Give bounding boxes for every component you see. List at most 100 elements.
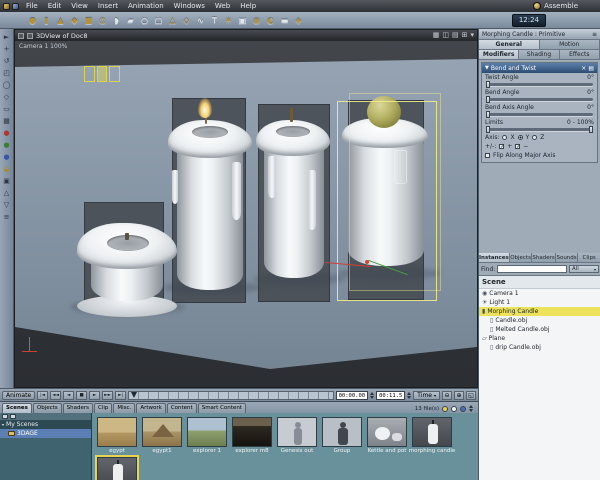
scene-item-morphing-candle[interactable]: ▮ Morphing Candle xyxy=(479,307,600,316)
quad-view-icon[interactable]: ▤ xyxy=(452,30,459,41)
current-time-spinner[interactable] xyxy=(370,391,375,399)
tab-objects[interactable]: Objects xyxy=(509,253,533,262)
scene-item-drip-candle-obj[interactable]: ▯ drip Candle.obj xyxy=(479,343,600,352)
scene-item-melted-candle-obj[interactable]: ▯ Melted Candle.obj xyxy=(479,325,600,334)
particle-emitter-icon[interactable]: ◐ xyxy=(264,14,277,27)
box-primitive-icon[interactable]: ▢ xyxy=(152,14,165,27)
tab-shaders-browser[interactable]: Shaders xyxy=(62,403,94,413)
folder-options-icon[interactable] xyxy=(10,414,16,419)
light-object-icon[interactable]: ☀ xyxy=(222,14,235,27)
split-view-icon[interactable]: ◫ xyxy=(442,30,449,41)
find-input[interactable] xyxy=(497,265,567,273)
twist-angle-value[interactable]: 0° xyxy=(587,74,594,81)
thumbnail-genesis-out[interactable]: Genesis out xyxy=(276,417,318,454)
modifier-header[interactable]: ▼ Bend and Twist × ▤ xyxy=(482,63,597,73)
add-folder-icon[interactable] xyxy=(2,414,8,419)
3d-scene-canvas[interactable]: Camera 1 100% xyxy=(15,41,477,387)
scene-item-plane[interactable]: ▱ Plane xyxy=(479,334,600,343)
view-mode-blue-icon[interactable] xyxy=(460,405,466,412)
torus-primitive-icon[interactable]: ◎ xyxy=(96,14,109,27)
room-selector[interactable]: Assemble xyxy=(533,2,578,10)
scene-item-camera[interactable]: ◉ Camera 1 xyxy=(479,289,600,298)
tab-objects-browser[interactable]: Objects xyxy=(32,403,62,413)
tab-shaders[interactable]: Shaders xyxy=(532,253,556,262)
cylinder-primitive-icon[interactable]: ▮ xyxy=(40,14,53,27)
menu-edit[interactable]: Edit xyxy=(43,0,67,12)
menu-file[interactable]: File xyxy=(21,0,43,12)
view-mode-white-icon[interactable] xyxy=(451,405,457,412)
axis-x-radio[interactable] xyxy=(502,135,508,140)
tab-modifiers[interactable]: Modifiers xyxy=(479,50,520,59)
menu-animation[interactable]: Animation xyxy=(123,0,169,12)
jump-start-button[interactable]: |◄ xyxy=(37,390,49,400)
panel-menu-icon[interactable]: ≡ xyxy=(592,31,597,38)
thumbnail-morphing-candle[interactable]: morphing candle xyxy=(409,417,455,454)
animate-button[interactable]: Animate xyxy=(2,390,36,400)
modifier-object-icon[interactable]: ◈ xyxy=(292,14,305,27)
tab-misc[interactable]: Misc. xyxy=(113,403,136,413)
vertex-object-icon[interactable]: ◆ xyxy=(68,14,81,27)
camera-view-label[interactable]: Camera 1 100% xyxy=(19,43,67,50)
current-time-field[interactable]: 00:00.00 xyxy=(335,390,369,400)
tab-effects[interactable]: Effects xyxy=(559,50,600,59)
view-menu-icon[interactable]: ▾ xyxy=(470,30,474,41)
thumbnail-explorer-m8[interactable]: explorer m8 xyxy=(231,417,273,454)
sphere-primitive-icon[interactable]: ● xyxy=(26,14,39,27)
candle-model[interactable] xyxy=(168,98,252,292)
menu-web[interactable]: Web xyxy=(210,0,235,12)
layout-grid-icon[interactable]: ⊞ xyxy=(462,30,468,41)
twist-angle-slider-thumb[interactable] xyxy=(486,81,490,88)
playhead-marker[interactable] xyxy=(131,391,138,398)
single-view-icon[interactable]: ▦ xyxy=(433,30,440,41)
zoom-in-icon[interactable]: ⊕ xyxy=(454,390,464,400)
bend-angle-slider[interactable] xyxy=(486,96,593,103)
fit-timeline-icon[interactable]: ◱ xyxy=(466,390,476,400)
tree-expand-icon[interactable]: ▾ xyxy=(2,422,4,427)
pyramid-primitive-icon[interactable]: △ xyxy=(166,14,179,27)
paint-tool-icon[interactable]: ▦ xyxy=(1,116,12,127)
view-mode-yellow-icon[interactable] xyxy=(442,405,448,412)
tab-scenes[interactable]: Scenes xyxy=(2,403,32,413)
tab-clip[interactable]: Clip xyxy=(94,403,113,413)
modifier-options-icon[interactable]: ▤ xyxy=(588,65,594,72)
scene-item-light[interactable]: ☀ Light 1 xyxy=(479,298,600,307)
wireframe-display-icon[interactable]: ▽ xyxy=(1,200,12,211)
tab-clips[interactable]: Clips xyxy=(578,253,600,262)
thumbnail-kettle-and-pot[interactable]: Kettle and pot xyxy=(366,417,408,454)
tab-shading[interactable]: Shading xyxy=(519,50,560,59)
jump-end-button[interactable]: ►| xyxy=(115,390,127,400)
step-back-button[interactable]: ◄ xyxy=(63,390,75,400)
text-object-icon[interactable]: T xyxy=(208,14,221,27)
axis-y-radio[interactable] xyxy=(517,135,523,140)
minus-checkbox[interactable] xyxy=(515,144,521,149)
zoom-tool-icon[interactable]: ◯ xyxy=(1,80,12,91)
modifier-close-icon[interactable]: × xyxy=(581,65,586,72)
infinite-plane-icon[interactable]: ▬ xyxy=(278,14,291,27)
reference-sphere-red-icon[interactable]: ● xyxy=(1,128,12,139)
tab-sounds[interactable]: Sounds xyxy=(555,253,579,262)
tool-options-icon[interactable]: ≡ xyxy=(1,212,12,223)
eyedropper-tool-icon[interactable]: ▭ xyxy=(1,104,12,115)
bend-angle-slider-thumb[interactable] xyxy=(486,96,490,103)
axis-z-radio[interactable] xyxy=(532,135,538,140)
plus-checkbox[interactable] xyxy=(499,144,505,149)
tree-item-3dage[interactable]: 3DAGE xyxy=(0,429,91,438)
zoom-out-icon[interactable]: ⊖ xyxy=(442,390,452,400)
drip-candle-model[interactable] xyxy=(256,108,332,284)
rotate-tool-icon[interactable]: ↺ xyxy=(1,56,12,67)
bend-angle-value[interactable]: 0° xyxy=(587,89,594,96)
melted-candle-model[interactable] xyxy=(77,209,177,321)
pan-tool-icon[interactable]: ◇ xyxy=(1,92,12,103)
thumbnail-group[interactable]: Group xyxy=(321,417,363,454)
twist-angle-slider[interactable] xyxy=(486,81,593,88)
limits-min-thumb[interactable] xyxy=(486,126,490,133)
limits-range-slider[interactable] xyxy=(486,126,593,133)
metaball-primitive-icon[interactable]: ◇ xyxy=(180,14,193,27)
target-helper-icon[interactable]: ◉ xyxy=(250,14,263,27)
reference-sphere-green-icon[interactable]: ● xyxy=(1,140,12,151)
cone-display-icon[interactable]: △ xyxy=(1,188,12,199)
end-time-spinner[interactable] xyxy=(407,391,412,399)
thumbnail-egypt[interactable]: egypt xyxy=(96,417,138,454)
end-time-field[interactable]: 00:11.5 xyxy=(376,390,406,400)
select-tool-icon[interactable]: ► xyxy=(1,32,12,43)
